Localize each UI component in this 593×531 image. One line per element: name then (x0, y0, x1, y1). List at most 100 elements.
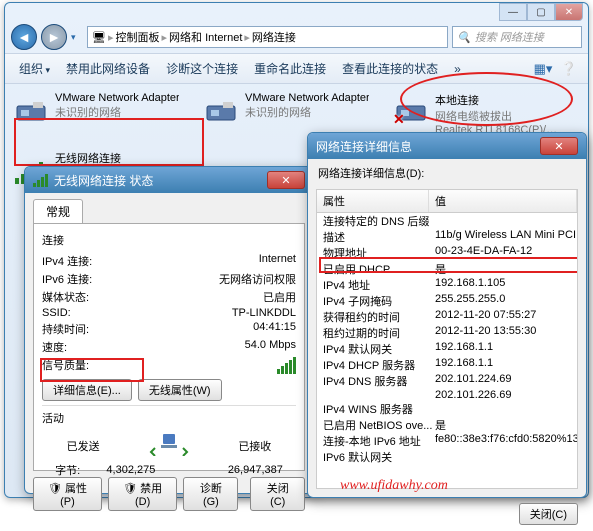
dialog-title: 网络连接详细信息 (316, 138, 412, 155)
cell-value: 192.168.1.105 (429, 277, 577, 293)
disable-button[interactable]: 🛡 禁用(D) (108, 477, 177, 511)
dialog-close-button[interactable]: ✕ (540, 137, 578, 155)
breadcrumb-3[interactable]: 网络连接 (252, 29, 296, 45)
table-row[interactable]: IPv4 默认网关192.168.1.1 (317, 341, 577, 357)
value-ipv6: 无网络访问权限 (219, 271, 296, 287)
adapter-name: VMware Network Adapter VMnet1 (55, 92, 179, 104)
adapter-icon: ✕ (393, 92, 429, 128)
history-dropdown[interactable]: ▾ (71, 32, 83, 43)
value-duration: 04:41:15 (253, 321, 296, 337)
table-row[interactable]: IPv4 DHCP 服务器192.168.1.1 (317, 357, 577, 373)
cell-value: 202.101.224.69 (429, 373, 577, 389)
cell-value (429, 449, 577, 465)
view-icon[interactable]: ▦▾ (532, 59, 554, 79)
table-row[interactable]: IPv4 地址192.168.1.105 (317, 277, 577, 293)
col-value[interactable]: 值 (429, 190, 577, 212)
table-row[interactable]: 已启用 NetBIOS ove...是 (317, 417, 577, 433)
toolbar: 组织 禁用此网络设备 诊断这个连接 重命名此连接 查看此连接的状态 » ▦▾ ❔ (5, 53, 588, 84)
view-status-button[interactable]: 查看此连接的状态 (336, 58, 444, 79)
breadcrumb-2[interactable]: 网络和 Internet (169, 29, 242, 45)
section-connection: 连接 (42, 232, 296, 248)
table-row[interactable]: 描述11b/g Wireless LAN Mini PCI Ex (317, 229, 577, 245)
computer-icon: 🖥 (92, 31, 106, 44)
close-button[interactable]: 关闭(C) (519, 503, 578, 525)
table-row[interactable]: IPv4 WINS 服务器 (317, 401, 577, 417)
value-speed: 54.0 Mbps (245, 339, 296, 355)
adapter-icon (13, 92, 49, 128)
cell-property: 连接-本地 IPv6 地址 (317, 433, 429, 449)
dialog-title: 无线网络连接 状态 (54, 172, 153, 189)
address-bar[interactable]: 🖥 ▸ 控制面板 ▸ 网络和 Internet ▸ 网络连接 (87, 26, 448, 48)
table-row[interactable]: IPv4 子网掩码255.255.255.0 (317, 293, 577, 309)
table-row[interactable]: IPv4 DNS 服务器202.101.224.69 (317, 373, 577, 389)
adapter-vmnet1[interactable]: VMware Network Adapter VMnet1 未识别的网络 (11, 90, 181, 138)
cell-property: IPv4 默认网关 (317, 341, 429, 357)
adapter-icon (203, 92, 239, 128)
cell-value: 2012-11-20 13:55:30 (429, 325, 577, 341)
table-row[interactable]: 租约过期的时间2012-11-20 13:55:30 (317, 325, 577, 341)
section-activity: 活动 (42, 410, 296, 426)
cell-value: 11b/g Wireless LAN Mini PCI Ex (429, 229, 577, 245)
table-row[interactable]: 获得租约的时间2012-11-20 07:55:27 (317, 309, 577, 325)
maximize-button[interactable]: ▢ (527, 3, 555, 21)
cell-property: 连接特定的 DNS 后缀 (317, 213, 429, 229)
adapter-name: 本地连接 (435, 92, 559, 108)
col-property[interactable]: 属性 (317, 190, 429, 212)
adapter-sub: 未识别的网络 (55, 104, 179, 120)
diagnose-button[interactable]: 诊断这个连接 (160, 58, 244, 79)
cell-property: IPv4 DNS 服务器 (317, 373, 429, 389)
highlight-details (40, 358, 144, 382)
label-ssid: SSID: (42, 307, 71, 319)
adapter-vmnet8[interactable]: VMware Network Adapter VMnet8 未识别的网络 (201, 90, 371, 138)
diagnose-button[interactable]: 诊断(G) (183, 477, 238, 511)
cell-property: 描述 (317, 229, 429, 245)
search-input[interactable]: 🔍 搜索 网络连接 (452, 26, 582, 48)
wifi-bars-icon (33, 174, 48, 187)
cell-value: 是 (429, 417, 577, 433)
disconnected-icon: ✕ (393, 111, 405, 128)
adapter-local[interactable]: ✕ 本地连接 网络电缆被拔出 Realtek RTL8168C(P)/8111C… (391, 90, 561, 138)
minimize-button[interactable]: — (499, 3, 527, 21)
cell-value: 192.168.1.1 (429, 357, 577, 373)
toolbar-more[interactable]: » (448, 60, 467, 78)
table-row[interactable]: 连接-本地 IPv6 地址fe80::38e3:f76:cfd0:5820%13 (317, 433, 577, 449)
close-button[interactable]: ✕ (555, 3, 583, 21)
cell-value: 202.101.226.69 (429, 389, 577, 401)
adapter-status: 网络电缆被拔出 (435, 108, 559, 124)
properties-button[interactable]: 🛡 属性(P) (33, 477, 102, 511)
watermark: www.ufidawhy.com (340, 478, 448, 494)
cell-value: fe80::38e3:f76:cfd0:5820%13 (429, 433, 577, 449)
forward-button[interactable]: ► (41, 24, 67, 50)
tab-general[interactable]: 常规 (33, 199, 83, 223)
window-controls: — ▢ ✕ (499, 3, 583, 21)
organize-menu[interactable]: 组织 (13, 58, 56, 79)
highlight-ipv4 (319, 257, 578, 273)
help-icon[interactable]: ❔ (558, 59, 580, 79)
cell-value: 2012-11-20 07:55:27 (429, 309, 577, 325)
value-ssid: TP-LINKDDL (232, 307, 296, 319)
activity-icon (149, 432, 189, 459)
details-button[interactable]: 详细信息(E)... (42, 379, 132, 401)
cell-value (429, 401, 577, 417)
sent-label: 已发送 (67, 438, 100, 454)
label-ipv6: IPv6 连接: (42, 271, 92, 287)
bytes-label: 字节: (55, 462, 80, 478)
cell-property: IPv4 DHCP 服务器 (317, 357, 429, 373)
label-ipv4: IPv4 连接: (42, 253, 92, 269)
rename-button[interactable]: 重命名此连接 (248, 58, 332, 79)
dialog-close-button[interactable]: ✕ (267, 171, 305, 189)
breadcrumb-1[interactable]: 控制面板 (116, 29, 160, 45)
dialog-titlebar[interactable]: 网络连接详细信息 ✕ (308, 133, 586, 159)
adapter-sub: 未识别的网络 (245, 104, 369, 120)
disable-device-button[interactable]: 禁用此网络设备 (60, 58, 156, 79)
dialog-titlebar[interactable]: 无线网络连接 状态 ✕ (25, 167, 313, 193)
table-row[interactable]: 连接特定的 DNS 后缀 (317, 213, 577, 229)
table-row[interactable]: 202.101.226.69 (317, 389, 577, 401)
back-button[interactable]: ◄ (11, 24, 37, 50)
adapter-name: VMware Network Adapter VMnet8 (245, 92, 369, 104)
cell-property: 获得租约的时间 (317, 309, 429, 325)
search-icon: 🔍 (457, 31, 471, 44)
wireless-props-button[interactable]: 无线属性(W) (138, 379, 222, 401)
close-button[interactable]: 关闭(C) (250, 477, 305, 511)
table-row[interactable]: IPv6 默认网关 (317, 449, 577, 465)
